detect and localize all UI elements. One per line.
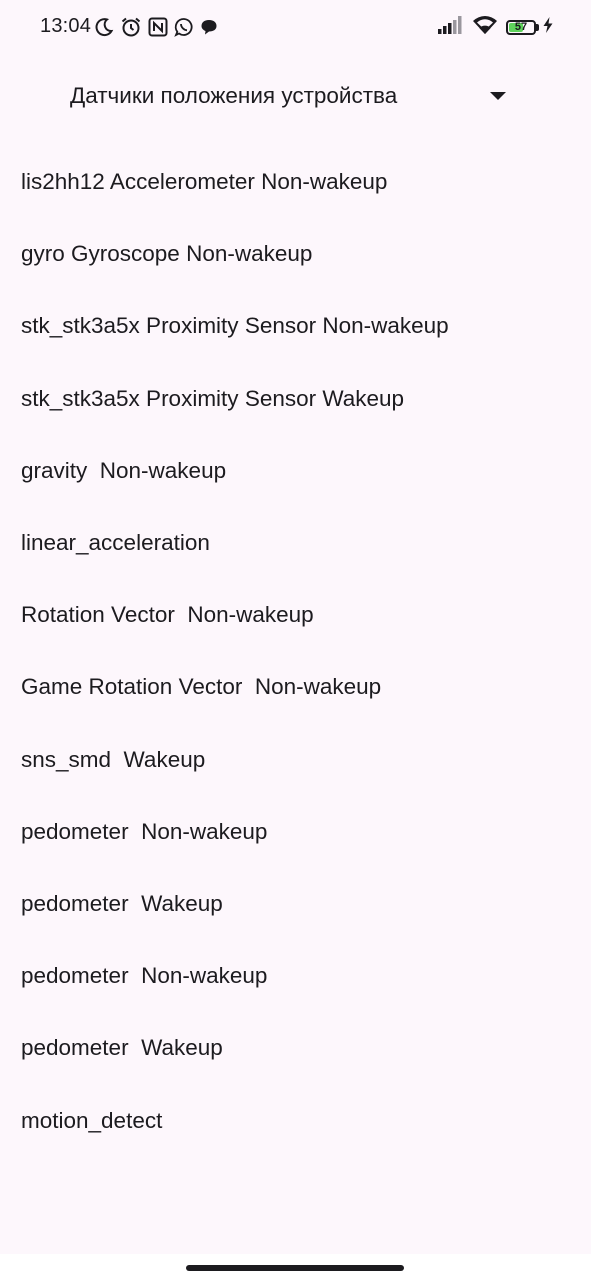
chat-bubble-icon — [201, 20, 217, 35]
sensor-list-item[interactable]: pedometer Non-wakeup — [0, 940, 591, 1012]
sensor-list-item[interactable]: sns_smd Wakeup — [0, 724, 591, 796]
nfc-icon — [148, 17, 168, 37]
moon-icon — [95, 18, 114, 37]
sensor-list-item[interactable]: pedometer Wakeup — [0, 1012, 591, 1084]
charging-bolt-icon — [543, 17, 553, 37]
sensor-list-item[interactable]: pedometer Non-wakeup — [0, 796, 591, 868]
alarm-icon — [121, 17, 141, 37]
status-time: 13:04 — [40, 15, 92, 37]
sensor-list-item[interactable]: gravity Non-wakeup — [0, 435, 591, 507]
sensor-list: lis2hh12 Accelerometer Non-wakeup gyro Gy… — [0, 146, 591, 1157]
sensor-list-item[interactable]: stk_stk3a5x Proximity Sensor Wakeup — [0, 363, 591, 435]
wifi-icon — [472, 15, 498, 39]
sensor-category-dropdown[interactable]: Датчики положения устройства — [70, 74, 510, 118]
sensor-list-item[interactable]: linear_acceleration — [0, 507, 591, 579]
sensor-list-item[interactable]: gyro Gyroscope Non-wakeup — [0, 218, 591, 290]
gesture-handle[interactable] — [186, 1265, 404, 1271]
whatsapp-icon — [174, 18, 193, 37]
sensor-list-item[interactable]: lis2hh12 Accelerometer Non-wakeup — [0, 146, 591, 218]
signal-icon — [438, 16, 464, 38]
notification-icons — [94, 15, 224, 39]
system-icons: 57 — [430, 15, 553, 39]
status-bar: 13:04 57 — [0, 0, 591, 56]
battery-level-text: 57 — [514, 20, 528, 33]
sensor-list-item[interactable]: stk_stk3a5x Proximity Sensor Non-wakeup — [0, 290, 591, 362]
dropdown-selected-value: Датчики положения устройства — [70, 83, 398, 108]
battery-icon: 57 — [506, 19, 540, 35]
dropdown-arrow-icon — [490, 92, 506, 100]
sensor-list-item[interactable]: Rotation Vector Non-wakeup — [0, 579, 591, 651]
sensor-list-item[interactable]: pedometer Wakeup — [0, 868, 591, 940]
sensor-list-item[interactable]: motion_detect — [0, 1084, 591, 1156]
sensor-list-item[interactable]: Game Rotation Vector Non-wakeup — [0, 651, 591, 723]
